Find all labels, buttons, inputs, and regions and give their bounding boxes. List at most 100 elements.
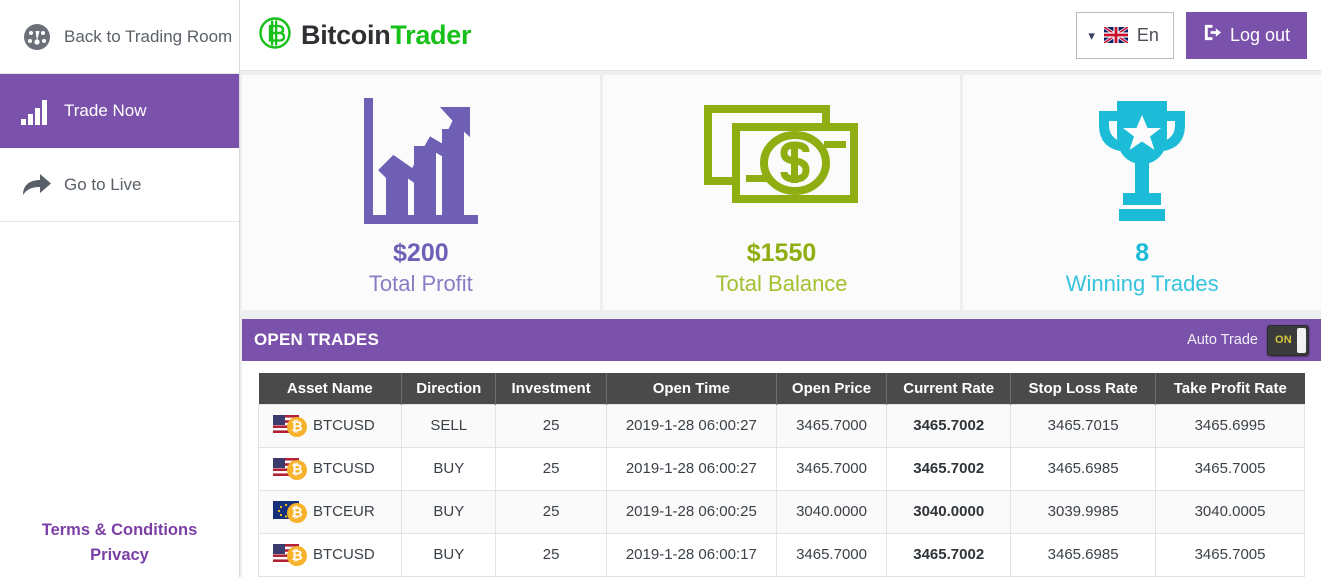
sidebar-item-label: Back to Trading Room (64, 26, 233, 46)
cell-asset-name: ₿ BTCUSD (257, 532, 403, 577)
stats-cards: $200 Total Profit $1550 Total Balance 8 … (240, 71, 1321, 310)
sidebar-footer: Terms & Conditions Privacy (0, 518, 239, 569)
cell-take-profit-rate: 3465.7005 (1155, 532, 1305, 577)
asset-cell: ₿ BTCEUR (267, 499, 393, 525)
asset-name-label: BTCUSD (313, 460, 375, 477)
cell-stop-loss-rate: 3465.6985 (1010, 532, 1157, 577)
chevron-down-icon: ▾ (1088, 27, 1095, 43)
asset-name-label: BTCUSD (313, 417, 375, 434)
logo-text-primary: Bitcoin (301, 19, 391, 50)
terms-and-conditions-link[interactable]: Terms & Conditions (0, 518, 239, 544)
column-header-open-time[interactable]: Open Time (606, 373, 777, 404)
cell-take-profit-rate: 3465.7005 (1155, 446, 1305, 491)
logout-icon (1203, 23, 1222, 47)
bitcoin-coin-icon: ₿ (287, 416, 307, 437)
column-header-asset-name[interactable]: Asset Name (258, 373, 403, 404)
table-row[interactable]: ₿ BTCUSD BUY 25 2019-1-28 06:00:17 3465.7000 3… (257, 532, 1305, 577)
asset-icon-group: ₿ (273, 542, 313, 568)
stat-label: Total Balance (715, 270, 848, 296)
cell-take-profit-rate: 3465.6995 (1155, 403, 1305, 448)
auto-trade-toggle-state: ON (1274, 334, 1293, 346)
logout-label: Log out (1229, 24, 1290, 45)
cell-open-price: 3465.7000 (775, 446, 888, 491)
cell-current-rate: 3465.7002 (886, 446, 1012, 491)
asset-icon-group: ₿ (273, 499, 313, 525)
column-header-stop-loss-rate[interactable]: Stop Loss Rate (1010, 373, 1157, 404)
sidebar-item-label: Go to Live (64, 174, 142, 194)
cell-take-profit-rate: 3040.0005 (1155, 489, 1305, 534)
column-header-investment[interactable]: Investment (495, 373, 607, 404)
column-header-direction[interactable]: Direction (401, 373, 497, 404)
bitcoin-coin-icon: ₿ (287, 502, 307, 523)
open-trades-header: OPEN TRADES Auto Trade ON (242, 319, 1321, 361)
stat-value: $1550 (746, 238, 817, 267)
cell-stop-loss-rate: 3465.6985 (1010, 446, 1157, 491)
cell-open-price: 3040.0000 (775, 489, 888, 534)
cell-open-time: 2019-1-28 06:00:17 (605, 532, 777, 577)
trades-table-wrapper: Asset Name Direction Investment Open Tim… (242, 361, 1321, 577)
asset-name-label: BTCEUR (313, 503, 375, 520)
table-header: Asset Name Direction Investment Open Tim… (258, 373, 1305, 404)
cell-open-price: 3465.7000 (775, 532, 888, 577)
table-row[interactable]: ₿ BTCUSD BUY 25 2019-1-28 06:00:27 3465.7000 3… (257, 446, 1305, 491)
main-area: BitcoinTrader ▾ En Log out $200 Total Pr… (240, 0, 1321, 577)
sidebar: Back to Trading Room Trade Now Go to Liv… (0, 0, 240, 577)
language-value: En (1136, 24, 1159, 45)
bitcoin-coin-icon: ₿ (287, 459, 307, 480)
auto-trade-label: Auto Trade (1187, 332, 1258, 348)
growth-bar-chart-icon (362, 95, 480, 227)
app-logo[interactable]: BitcoinTrader (258, 16, 471, 55)
app-root: Back to Trading Room Trade Now Go to Liv… (0, 0, 1321, 577)
cell-open-time: 2019-1-28 06:00:27 (605, 446, 777, 491)
logout-button[interactable]: Log out (1185, 11, 1307, 59)
cell-direction: BUY (401, 532, 497, 577)
asset-cell: ₿ BTCUSD (267, 413, 393, 439)
cell-direction: BUY (401, 489, 497, 534)
logo-text: BitcoinTrader (301, 20, 471, 51)
stat-value: $200 (393, 238, 449, 267)
cell-direction: SELL (401, 403, 497, 448)
table-row[interactable]: ₿ BTCEUR BUY 25 2019-1-28 06:00:25 3040.0000 3… (257, 489, 1305, 534)
auto-trade-control: Auto Trade ON (1187, 324, 1309, 356)
sidebar-item-back-to-trading-room[interactable]: Back to Trading Room (0, 0, 239, 74)
sidebar-item-go-to-live[interactable]: Go to Live (0, 148, 239, 222)
arrow-forward-icon (14, 171, 60, 199)
toggle-knob (1297, 327, 1306, 353)
column-header-open-price[interactable]: Open Price (776, 373, 888, 404)
cell-stop-loss-rate: 3039.9985 (1010, 489, 1157, 534)
column-header-current-rate[interactable]: Current Rate (886, 373, 1012, 404)
cell-asset-name: ₿ BTCEUR (257, 489, 403, 534)
column-header-take-profit-rate[interactable]: Take Profit Rate (1155, 373, 1305, 404)
open-trades-panel: OPEN TRADES Auto Trade ON Asset Name Dir… (242, 319, 1321, 577)
cell-open-price: 3465.7000 (775, 403, 888, 448)
stat-value: 8 (1135, 238, 1150, 267)
cell-open-time: 2019-1-28 06:00:25 (605, 489, 777, 534)
topbar-right: ▾ En Log out (1076, 11, 1307, 59)
cell-investment: 25 (495, 446, 607, 491)
trophy-icon (1087, 95, 1197, 227)
topbar: BitcoinTrader ▾ En Log out (240, 0, 1321, 71)
cell-asset-name: ₿ BTCUSD (257, 403, 403, 448)
stat-card-winning-trades: 8 Winning Trades (963, 75, 1321, 310)
stat-label: Winning Trades (1065, 270, 1219, 296)
auto-trade-toggle[interactable]: ON (1267, 324, 1309, 356)
language-selector[interactable]: ▾ En (1076, 11, 1174, 59)
cell-investment: 25 (495, 489, 607, 534)
sidebar-item-trade-now[interactable]: Trade Now (0, 74, 239, 148)
table-body: ₿ BTCUSD SELL 25 2019-1-28 06:00:27 3465.7000… (257, 403, 1305, 577)
asset-name-label: BTCUSD (313, 546, 375, 563)
stat-card-total-profit: $200 Total Profit (242, 75, 600, 310)
cell-current-rate: 3465.7002 (886, 532, 1012, 577)
uk-flag-icon (1103, 27, 1128, 43)
stat-label: Total Profit (368, 270, 473, 296)
bitcoin-coin-icon: ₿ (287, 545, 307, 566)
logo-text-secondary: Trader (390, 19, 472, 50)
speedometer-icon (14, 21, 60, 53)
bitcoin-circle-icon (258, 16, 292, 55)
bar-chart-icon (14, 97, 60, 125)
panel-title: OPEN TRADES (254, 330, 379, 349)
table-row[interactable]: ₿ BTCUSD SELL 25 2019-1-28 06:00:27 3465.7000… (257, 403, 1305, 448)
asset-cell: ₿ BTCUSD (267, 456, 393, 482)
privacy-link[interactable]: Privacy (0, 543, 239, 569)
cell-open-time: 2019-1-28 06:00:27 (605, 403, 777, 448)
